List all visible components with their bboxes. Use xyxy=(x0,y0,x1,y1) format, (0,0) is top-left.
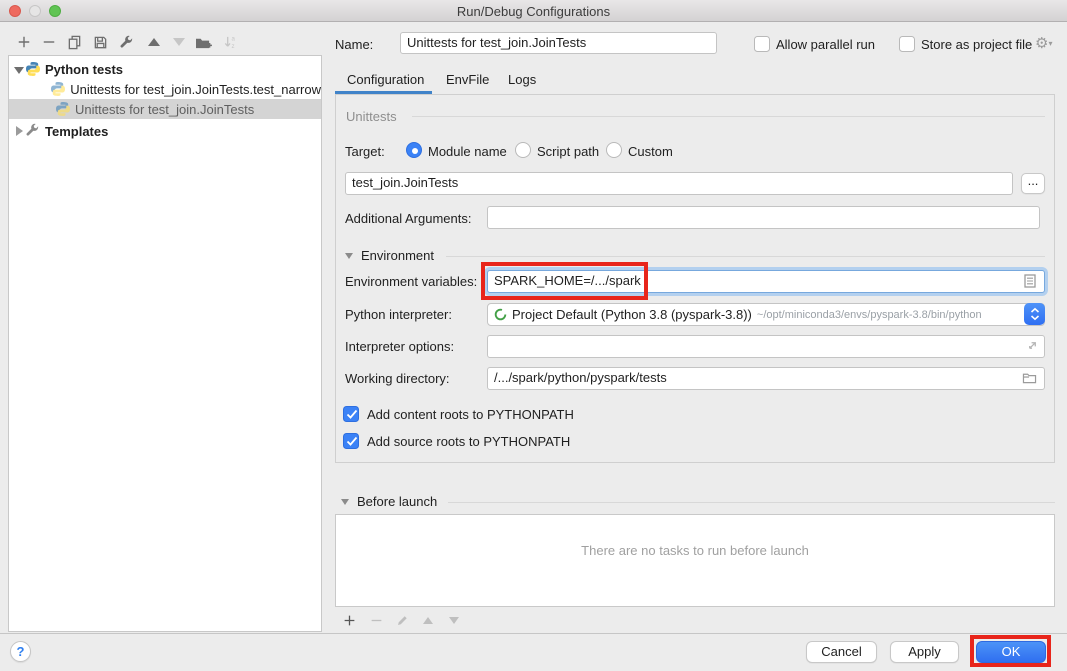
unittests-group-title: Unittests xyxy=(346,109,397,124)
python-tests-icon xyxy=(25,61,41,77)
add-content-roots-checkbox[interactable] xyxy=(343,406,359,422)
environment-variables-input[interactable]: SPARK_HOME=/.../spark xyxy=(487,270,1045,293)
name-input[interactable]: Unittests for test_join.JoinTests xyxy=(400,32,717,54)
run-debug-configurations-dialog: Run/Debug Configurations az Python tests xyxy=(0,0,1067,671)
move-task-up-icon xyxy=(419,611,437,629)
conda-env-icon xyxy=(494,308,507,321)
additional-arguments-label: Additional Arguments: xyxy=(345,211,471,226)
apply-button[interactable]: Apply xyxy=(890,641,959,663)
radio-script-path-label: Script path xyxy=(537,144,599,159)
templates-wrench-icon xyxy=(25,123,41,139)
allow-parallel-run-checkbox[interactable] xyxy=(754,36,770,52)
tree-item-unittests-test-narrow[interactable]: Unittests for test_join.JoinTests.test_n… xyxy=(9,79,321,99)
interpreter-options-label: Interpreter options: xyxy=(345,339,454,354)
remove-configuration-icon[interactable] xyxy=(39,32,59,52)
tree-item-label: Templates xyxy=(45,124,108,139)
save-configuration-icon[interactable] xyxy=(90,32,110,52)
tree-item-label: Python tests xyxy=(45,62,123,77)
remove-task-icon xyxy=(367,611,385,629)
expand-field-icon[interactable] xyxy=(1026,339,1039,355)
svg-text:z: z xyxy=(231,43,234,50)
before-launch-title: Before launch xyxy=(357,494,437,509)
radio-script-path[interactable] xyxy=(515,142,531,158)
before-launch-separator xyxy=(448,502,1055,503)
before-launch-collapse-icon[interactable] xyxy=(341,499,349,505)
run-configuration-icon xyxy=(55,101,71,117)
working-directory-input[interactable]: /.../spark/python/pyspark/tests xyxy=(487,367,1045,390)
tree-item-label: Unittests for test_join.JoinTests.test_n… xyxy=(70,82,321,97)
name-label: Name: xyxy=(335,37,373,52)
move-up-icon[interactable] xyxy=(144,32,164,52)
tree-item-python-tests[interactable]: Python tests xyxy=(9,59,321,79)
store-as-project-file-label: Store as project file xyxy=(921,37,1032,52)
python-interpreter-label: Python interpreter: xyxy=(345,307,452,322)
window-title: Run/Debug Configurations xyxy=(0,4,1067,19)
run-configuration-icon xyxy=(50,81,66,97)
working-directory-label: Working directory: xyxy=(345,371,450,386)
add-content-roots-label: Add content roots to PYTHONPATH xyxy=(367,407,574,422)
radio-module-name[interactable] xyxy=(406,142,422,158)
svg-text:a: a xyxy=(231,35,235,42)
move-down-icon xyxy=(169,32,189,52)
tree-item-label: Unittests for test_join.JoinTests xyxy=(75,102,254,117)
python-interpreter-value: Project Default (Python 3.8 (pyspark-3.8… xyxy=(512,307,752,322)
add-task-icon[interactable] xyxy=(340,611,358,629)
radio-module-name-label: Module name xyxy=(428,144,507,159)
title-bar: Run/Debug Configurations xyxy=(0,0,1067,22)
group-separator xyxy=(412,116,1045,117)
radio-custom-label: Custom xyxy=(628,144,673,159)
before-launch-task-list: There are no tasks to run before launch xyxy=(335,514,1055,607)
add-source-roots-label: Add source roots to PYTHONPATH xyxy=(367,434,570,449)
radio-custom[interactable] xyxy=(606,142,622,158)
allow-parallel-run-label: Allow parallel run xyxy=(776,37,875,52)
python-interpreter-combobox[interactable]: Project Default (Python 3.8 (pyspark-3.8… xyxy=(487,303,1045,326)
store-as-project-file-checkbox[interactable] xyxy=(899,36,915,52)
gear-icon[interactable]: ⚙▾ xyxy=(1035,36,1052,51)
sort-alphabetically-icon: az xyxy=(220,32,240,52)
expand-icon[interactable] xyxy=(13,124,25,139)
edit-task-icon xyxy=(393,611,411,629)
add-source-roots-checkbox[interactable] xyxy=(343,433,359,449)
interpreter-options-input[interactable] xyxy=(487,335,1045,358)
move-task-down-icon xyxy=(445,611,463,629)
browse-button[interactable]: ... xyxy=(1021,173,1045,194)
add-configuration-icon[interactable] xyxy=(14,32,34,52)
help-button[interactable]: ? xyxy=(10,641,31,662)
additional-arguments-input[interactable] xyxy=(487,206,1040,229)
before-launch-empty-message: There are no tasks to run before launch xyxy=(336,543,1054,558)
copy-configuration-icon[interactable] xyxy=(64,32,84,52)
configurations-tree: Python tests Unittests for test_join.Joi… xyxy=(8,55,322,632)
environment-section-title: Environment xyxy=(361,248,434,263)
environment-separator xyxy=(446,256,1045,257)
footer-divider xyxy=(0,633,1067,634)
env-vars-editor-icon[interactable] xyxy=(1024,274,1036,291)
tab-envfile[interactable]: EnvFile xyxy=(446,72,489,90)
target-module-input[interactable]: test_join.JoinTests xyxy=(345,172,1013,195)
tab-logs[interactable]: Logs xyxy=(508,72,536,90)
edit-templates-icon[interactable] xyxy=(116,32,136,52)
ok-button[interactable]: OK xyxy=(976,641,1046,663)
environment-variables-label: Environment variables: xyxy=(345,274,477,289)
combobox-stepper-icon[interactable] xyxy=(1024,303,1045,325)
expand-collapse-icon[interactable] xyxy=(13,62,25,77)
tree-item-templates[interactable]: Templates xyxy=(9,121,321,141)
target-label: Target: xyxy=(345,144,385,159)
folder-icon[interactable] xyxy=(1022,371,1037,387)
tree-item-unittests-jointests[interactable]: Unittests for test_join.JoinTests xyxy=(9,99,321,119)
environment-collapse-icon[interactable] xyxy=(345,253,353,259)
cancel-button[interactable]: Cancel xyxy=(806,641,877,663)
new-folder-icon[interactable] xyxy=(193,32,213,52)
tab-configuration[interactable]: Configuration xyxy=(347,72,424,90)
python-interpreter-path: ~/opt/miniconda3/envs/pyspark-3.8/bin/py… xyxy=(757,309,982,321)
